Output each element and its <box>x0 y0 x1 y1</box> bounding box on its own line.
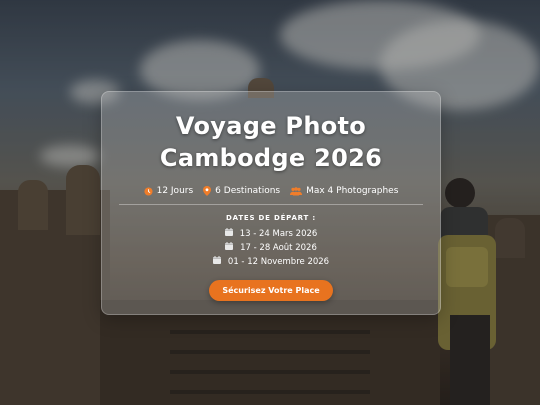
stat-group-size: Max 4 Photographes <box>290 186 398 196</box>
stat-group-size-label: Max 4 Photographes <box>306 186 399 196</box>
departure-dates-list: 13 - 24 Mars 2026 17 - 28 Août 2026 01 -… <box>102 228 440 268</box>
departure-dates-heading: DATES DE DÉPART : <box>226 214 316 222</box>
calendar-icon <box>225 242 234 254</box>
list-item: 17 - 28 Août 2026 <box>225 242 317 254</box>
stat-destinations: 6 Destinations <box>203 186 280 196</box>
departure-date: 01 - 12 Novembre 2026 <box>227 257 330 267</box>
title-line-2: Cambodge 2026 <box>159 144 383 172</box>
calendar-icon <box>212 256 221 268</box>
divider <box>119 204 423 205</box>
departure-date: 17 - 28 Août 2026 <box>240 243 317 253</box>
trip-stats: 12 Jours 6 Destinations Max 4 Photograph… <box>102 186 440 196</box>
departure-date: 13 - 24 Mars 2026 <box>239 229 318 239</box>
stat-duration: 12 Jours <box>144 186 194 196</box>
map-pin-icon <box>203 186 212 196</box>
page-title: Voyage Photo Cambodge 2026 <box>102 110 440 174</box>
list-item: 01 - 12 Novembre 2026 <box>212 256 330 268</box>
calendar-icon <box>224 228 233 240</box>
users-icon <box>290 186 303 196</box>
hero-section: Voyage Photo Cambodge 2026 12 Jours 6 De… <box>0 0 540 405</box>
stat-destinations-label: 6 Destinations <box>215 186 281 196</box>
secure-place-button[interactable]: Sécurisez Votre Place <box>209 280 333 301</box>
stat-duration-label: 12 Jours <box>156 186 194 196</box>
clock-icon <box>144 186 153 196</box>
trip-card: Voyage Photo Cambodge 2026 12 Jours 6 De… <box>101 91 441 315</box>
title-line-1: Voyage Photo <box>175 112 367 140</box>
list-item: 13 - 24 Mars 2026 <box>224 228 318 240</box>
